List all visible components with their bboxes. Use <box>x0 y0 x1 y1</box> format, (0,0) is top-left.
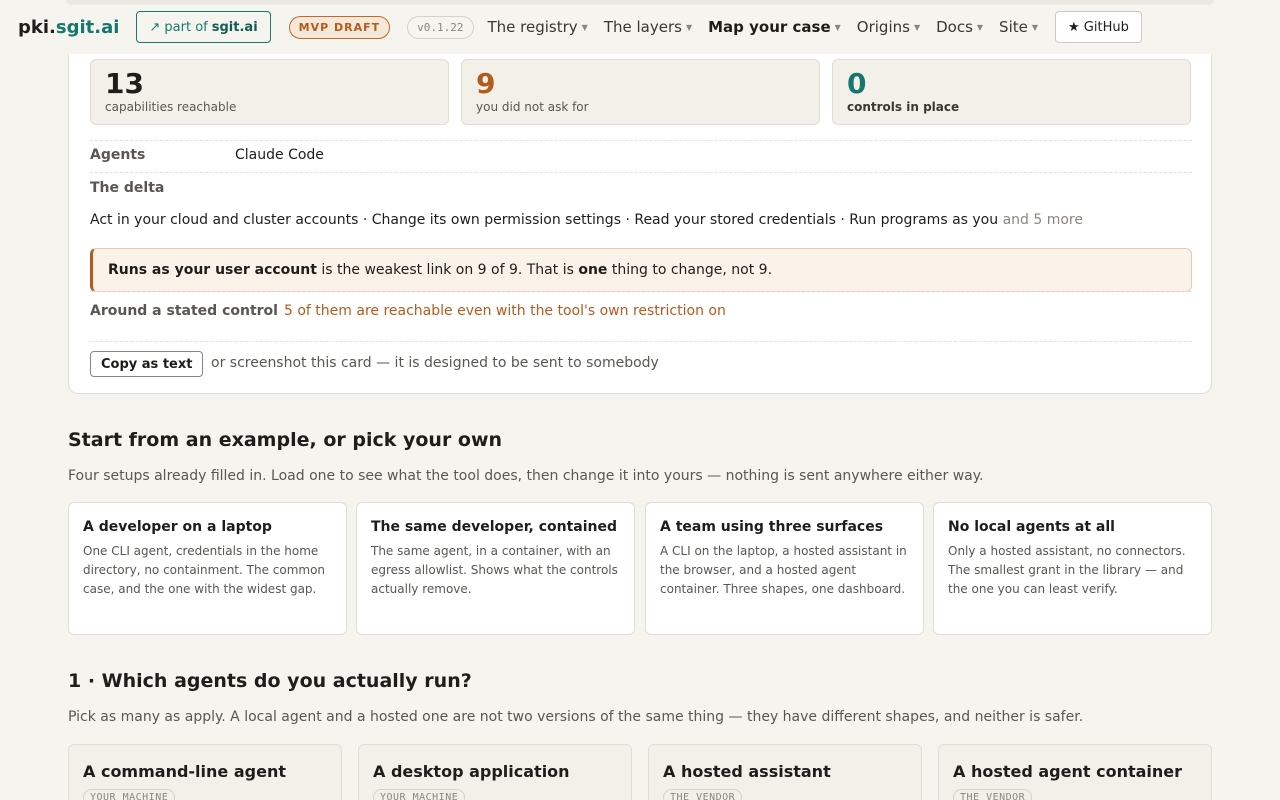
divider <box>90 140 1192 141</box>
agent-tag: YOUR MACHINE <box>83 789 176 800</box>
stat-label: you did not ask for <box>476 100 589 114</box>
nav-link-label: The layers <box>603 18 682 36</box>
agent-option-cli[interactable]: A command-line agent YOUR MACHINE <box>68 744 342 800</box>
nav-link-label: Site <box>999 18 1028 36</box>
agent-option-desktop[interactable]: A desktop application YOUR MACHINE <box>358 744 632 800</box>
part-of-link[interactable]: ↗ part of sgit.ai <box>136 11 271 43</box>
agent-title: A hosted agent container <box>953 762 1183 781</box>
top-nav: pki.sgit.ai ↗ part of sgit.ai MVP DRAFT v… <box>0 0 1280 54</box>
stat-capabilities: 13 capabilities reachable <box>90 59 449 125</box>
example-card-contained[interactable]: The same developer, contained The same a… <box>356 502 635 635</box>
example-card-no-local[interactable]: No local agents at all Only a hosted ass… <box>933 502 1212 635</box>
agent-title: A command-line agent <box>83 762 286 781</box>
nav-link-label: Map your case <box>708 18 831 36</box>
chevron-down-icon: ▼ <box>976 22 984 32</box>
stat-value: 9 <box>476 67 496 100</box>
examples-lead: Four setups already filled in. Load one … <box>68 468 984 484</box>
stat-label: capabilities reachable <box>105 100 237 114</box>
chevron-down-icon: ▼ <box>685 22 693 32</box>
result-card: 13 capabilities reachable 9 you did not … <box>68 30 1212 394</box>
chevron-down-icon: ▼ <box>1031 22 1039 32</box>
stat-label: controls in place <box>847 100 960 114</box>
example-desc: One CLI agent, credentials in the home d… <box>83 544 326 596</box>
nav-link-origins[interactable]: Origins ▼ <box>857 18 920 36</box>
stat-controls: 0 controls in place <box>832 59 1191 125</box>
callout-middle: is the weakest link on 9 of 9. That is <box>321 262 574 278</box>
delta-list: Act in your cloud and cluster accounts ·… <box>90 212 1083 228</box>
delta-more-link[interactable]: and 5 more <box>1003 212 1083 228</box>
part-of-site: sgit.ai <box>211 19 258 35</box>
step1-lead: Pick as many as apply. A local agent and… <box>68 709 1084 725</box>
agent-option-hosted-assistant[interactable]: A hosted assistant THE VENDOR <box>648 744 922 800</box>
step1-heading: 1 · Which agents do you actually run? <box>68 670 472 692</box>
agent-tag: THE VENDOR <box>663 789 743 800</box>
agent-option-hosted-container[interactable]: A hosted agent container THE VENDOR <box>938 744 1212 800</box>
example-card-team[interactable]: A team using three surfaces A CLI on the… <box>645 502 924 635</box>
nav-link-label: Origins <box>856 18 910 36</box>
status-badge: MVP DRAFT <box>288 15 391 39</box>
examples-heading: Start from an example, or pick your own <box>68 429 503 451</box>
brand-prefix: pki. <box>18 16 56 38</box>
chevron-down-icon: ▼ <box>581 22 588 32</box>
callout-tail: thing to change, not 9. <box>611 262 773 278</box>
control-value: 5 of them are reachable even with the to… <box>284 303 726 319</box>
agent-title: A hosted assistant <box>663 762 831 781</box>
callout-emphasis: one <box>578 262 608 278</box>
nav-link-label: Docs <box>936 18 973 36</box>
nav-link-label: The registry <box>487 18 578 36</box>
nav-link-registry[interactable]: The registry ▼ <box>488 18 588 36</box>
example-title: A team using three surfaces <box>660 519 884 535</box>
divider <box>90 172 1192 173</box>
part-of-prefix: ↗ part of <box>149 19 208 35</box>
stat-value: 0 <box>847 67 867 100</box>
nav-link-map-your-case[interactable]: Map your case ▼ <box>708 18 841 36</box>
delta-label: The delta <box>90 180 165 196</box>
github-button[interactable]: ★ GitHub <box>1055 11 1142 43</box>
example-title: A developer on a laptop <box>83 519 272 535</box>
copy-as-text-button[interactable]: Copy as text <box>90 351 204 377</box>
example-desc: Only a hosted assistant, no connectors. … <box>948 544 1186 596</box>
chevron-down-icon: ▼ <box>834 22 841 32</box>
example-title: No local agents at all <box>948 519 1115 535</box>
divider <box>90 291 1192 292</box>
nav-link-docs[interactable]: Docs ▼ <box>936 18 983 36</box>
callout-lead: Runs as your user account <box>108 262 317 278</box>
brand-logo[interactable]: pki.sgit.ai <box>18 17 119 38</box>
control-label: Around a stated control <box>90 303 278 319</box>
agents-value: Claude Code <box>235 147 324 163</box>
stat-unrequested: 9 you did not ask for <box>461 59 820 125</box>
delta-items: Act in your cloud and cluster accounts ·… <box>90 212 999 228</box>
agent-title: A desktop application <box>373 762 570 781</box>
example-desc: A CLI on the laptop, a hosted assistant … <box>660 544 907 596</box>
nav-link-site[interactable]: Site ▼ <box>999 18 1038 36</box>
copy-hint: or screenshot this card — it is designed… <box>211 355 659 371</box>
stat-value: 13 <box>105 67 144 100</box>
divider <box>90 341 1192 342</box>
example-title: The same developer, contained <box>371 519 618 535</box>
example-desc: The same agent, in a container, with an … <box>371 544 618 596</box>
weakest-link-callout: Runs as your user account is the weakest… <box>90 248 1192 292</box>
example-card-laptop[interactable]: A developer on a laptop One CLI agent, c… <box>68 502 347 635</box>
agents-label: Agents <box>90 147 146 163</box>
agent-tag: THE VENDOR <box>953 789 1033 800</box>
version-badge: v0.1.22 <box>407 15 474 39</box>
nav-link-layers[interactable]: The layers ▼ <box>604 18 692 36</box>
agent-tag: YOUR MACHINE <box>373 789 466 800</box>
chevron-down-icon: ▼ <box>913 22 921 32</box>
brand-domain: sgit.ai <box>55 16 120 38</box>
